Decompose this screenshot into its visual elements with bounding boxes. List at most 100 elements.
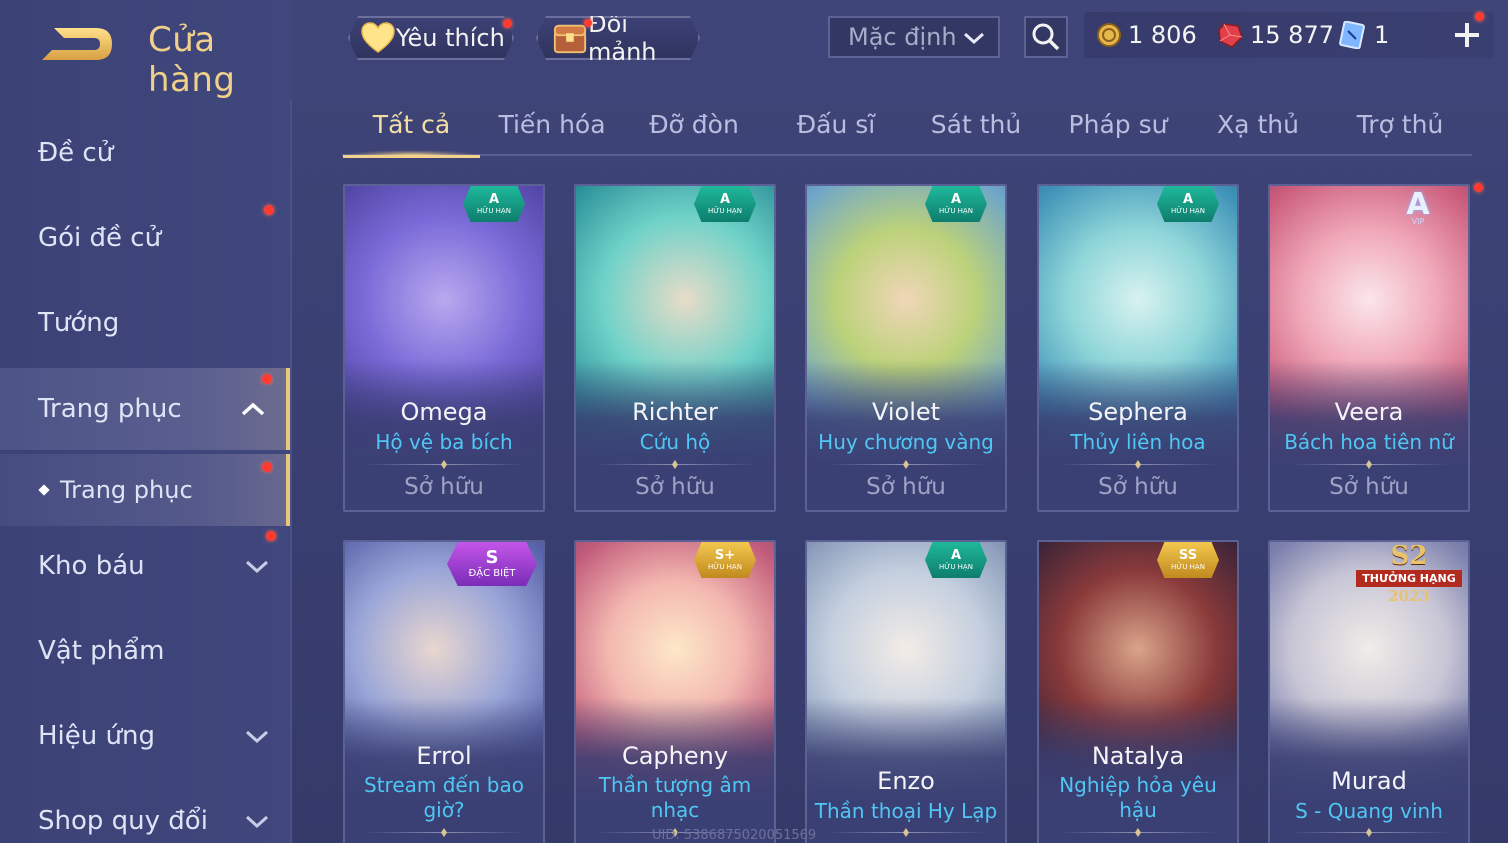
rarity-badge: A HỮU HẠN <box>925 186 987 222</box>
sidebar-item-exchange-shop[interactable]: Shop quy đổi <box>0 782 290 843</box>
search-button[interactable] <box>1024 16 1068 58</box>
heart-icon <box>360 22 396 54</box>
skin-card-omega[interactable]: A HỮU HẠN Omega Hộ vệ ba bích Sở hữu <box>343 184 545 512</box>
chevron-down-icon <box>245 815 269 829</box>
skin-card-capheny[interactable]: S+ HỮU HẠN Capheny Thần tượng âm nhạc <box>574 540 776 843</box>
sidebar-divider <box>290 100 292 843</box>
reward-band: THƯỞNG HẠNG <box>1356 570 1462 587</box>
sidebar-item-label: Gói đề cử <box>38 223 162 253</box>
card-divider <box>827 464 985 465</box>
bullet-icon <box>38 484 50 496</box>
tab-label: Đỡ đòn <box>649 110 739 139</box>
tab-label: Tất cả <box>372 110 451 139</box>
hero-name: Sephera <box>1088 398 1188 426</box>
chevron-down-icon <box>245 730 269 744</box>
sidebar-item-label: Shop quy đổi <box>38 806 208 836</box>
skin-card-natalya[interactable]: SS HỮU HẠN Natalya Nghiệp hỏa yêu hậu <box>1037 540 1239 843</box>
add-currency-button[interactable] <box>1450 12 1484 52</box>
notification-dot <box>1474 183 1483 192</box>
exchange-fragments-button[interactable]: Đổi mảnh <box>536 16 700 60</box>
skin-card-errol[interactable]: S ĐẶC BIỆT Errol Stream đến bao giờ? <box>343 540 545 843</box>
sidebar-item-effects[interactable]: Hiệu ứng <box>0 697 290 775</box>
notification-dot <box>264 205 274 215</box>
back-arrow-icon[interactable] <box>36 20 118 68</box>
hero-name: Richter <box>632 398 718 426</box>
sidebar-subitem-skins[interactable]: Trang phục <box>0 454 290 526</box>
card-divider <box>1290 464 1448 465</box>
notification-dot <box>262 462 272 472</box>
tab-label: Sát thủ <box>930 110 1022 139</box>
card-divider <box>1059 464 1217 465</box>
sidebar-item-label: Tướng <box>38 308 120 338</box>
tab-assassin[interactable]: Sát thủ <box>910 110 1042 156</box>
skin-name: Hộ vệ ba bích <box>375 430 513 454</box>
skin-name: Huy chương vàng <box>818 430 994 454</box>
tab-evolution[interactable]: Tiến hóa <box>486 110 618 156</box>
rarity-badge: SS HỮU HẠN <box>1157 542 1219 578</box>
card-divider <box>596 464 754 465</box>
sort-dropdown[interactable]: Mặc định <box>828 16 1000 58</box>
season-reward-ribbon: S2 THƯỞNG HẠNG 2023 <box>1350 542 1468 608</box>
sidebar-item-treasure[interactable]: Kho báu <box>0 527 290 605</box>
rarity-badge: A HỮU HẠN <box>463 186 525 222</box>
hero-name: Violet <box>871 398 941 426</box>
tab-marksman[interactable]: Xạ thủ <box>1192 110 1324 156</box>
tab-support[interactable]: Trợ thủ <box>1334 110 1466 156</box>
sidebar-item-heroes[interactable]: Tướng <box>0 284 290 362</box>
skin-card-richter[interactable]: A HỮU HẠN Richter Cứu hộ Sở hữu <box>574 184 776 512</box>
hero-name: Natalya <box>1091 742 1185 770</box>
gold-amount: 1 806 <box>1128 21 1197 49</box>
tab-mage[interactable]: Pháp sư <box>1052 110 1184 156</box>
owned-status: Sở hữu <box>404 474 484 500</box>
voucher-ticket-icon <box>1339 21 1365 49</box>
search-icon <box>1032 23 1060 51</box>
sidebar-item-label: Kho báu <box>38 551 145 581</box>
notification-dot <box>1475 12 1484 21</box>
gem-currency: 15 877 <box>1216 16 1334 54</box>
card-divider <box>1059 832 1217 833</box>
ticket-amount: 1 <box>1374 21 1390 49</box>
ticket-currency: 1 <box>1338 16 1389 54</box>
sidebar-item-recommend[interactable]: Đề cử <box>0 114 290 192</box>
chevron-down-icon <box>245 560 269 574</box>
skin-card-enzo[interactable]: A HỮU HẠN Enzo Thần thoại Hy Lạp <box>805 540 1007 843</box>
skin-name: Nghiệp hỏa yêu hậu <box>1059 773 1217 822</box>
skin-name: Bách hoa tiên nữ <box>1284 430 1454 454</box>
hero-name: Murad <box>1331 767 1407 795</box>
skin-name: Thủy liên hoa <box>1070 430 1206 454</box>
owned-status: Sở hữu <box>866 474 946 500</box>
sidebar-item-label: Đề cử <box>38 138 114 168</box>
favorite-label: Yêu thích <box>396 24 505 52</box>
chevron-down-icon <box>964 32 984 45</box>
sidebar-item-recommend-pack[interactable]: Gói đề cử <box>0 199 290 277</box>
season-label: S2 <box>1390 541 1428 571</box>
rarity-badge: S+ HỮU HẠN <box>694 542 756 578</box>
tab-tank[interactable]: Đỡ đòn <box>628 110 760 156</box>
ruby-gem-icon <box>1218 23 1243 48</box>
exchange-label: Đổi mảnh <box>588 10 657 66</box>
hero-name: Veera <box>1334 398 1404 426</box>
skin-card-violet[interactable]: A HỮU HẠN Violet Huy chương vàng Sở hữu <box>805 184 1007 512</box>
sidebar-item-skins[interactable]: Trang phục <box>0 368 290 450</box>
chevron-up-icon <box>241 402 265 416</box>
hero-name: Capheny <box>621 742 729 770</box>
notification-dot <box>503 19 512 28</box>
gem-amount: 15 877 <box>1250 21 1334 49</box>
rarity-badge: A HỮU HẠN <box>694 186 756 222</box>
skin-card-sephera[interactable]: A HỮU HẠN Sephera Thủy liên hoa Sở hữu <box>1037 184 1239 512</box>
season-year: 2023 <box>1388 587 1430 605</box>
sidebar-item-items[interactable]: Vật phẩm <box>0 612 290 690</box>
skin-card-murad[interactable]: S2 THƯỞNG HẠNG 2023 Murad S - Quang vinh <box>1268 540 1470 843</box>
favorite-button[interactable]: Yêu thích <box>348 16 514 60</box>
tab-fighter[interactable]: Đấu sĩ <box>770 110 902 156</box>
tab-all[interactable]: Tất cả <box>343 110 480 156</box>
page-title: Cửa hàng <box>148 20 236 100</box>
sidebar-item-label: Vật phẩm <box>38 636 165 666</box>
sort-value: Mặc định <box>848 23 957 51</box>
tab-label: Trợ thủ <box>1356 110 1444 139</box>
card-divider <box>365 832 523 833</box>
plus-icon <box>1455 23 1479 47</box>
notification-dot <box>262 374 272 384</box>
skin-card-veera[interactable]: A VIP Veera Bách hoa tiên nữ Sở hữu <box>1268 184 1470 512</box>
rarity-badge: S ĐẶC BIỆT <box>447 542 537 586</box>
